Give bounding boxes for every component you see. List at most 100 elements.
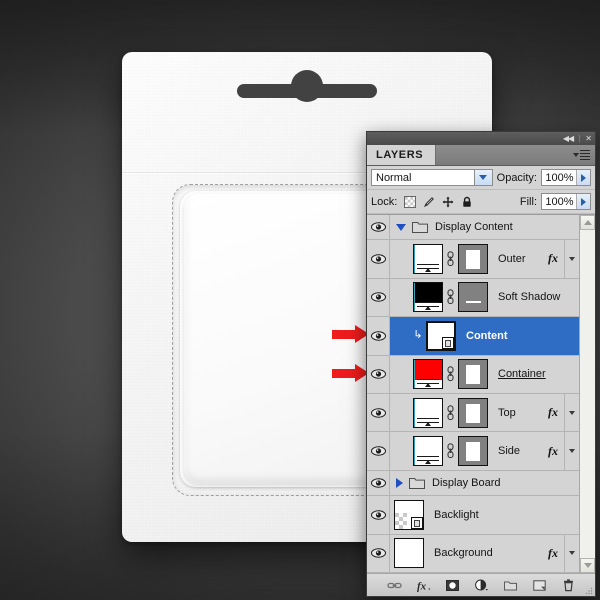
- layer-visibility-toggle[interactable]: [367, 470, 390, 496]
- layer-visibility-toggle[interactable]: [367, 278, 390, 317]
- tab-layers[interactable]: LAYERS: [367, 145, 437, 165]
- layer-mask-thumbnail[interactable]: [458, 359, 488, 390]
- layer-visibility-toggle[interactable]: [367, 432, 390, 470]
- layer-visibility-toggle[interactable]: [367, 534, 390, 572]
- layer-visibility-toggle[interactable]: [367, 215, 390, 240]
- lock-image-pixels-icon[interactable]: [423, 196, 435, 208]
- layer-row-content[interactable]: ↳ Content: [367, 317, 579, 356]
- layer-row-body[interactable]: Display Content: [390, 215, 579, 239]
- smart-object-badge-icon: [442, 336, 454, 349]
- chevron-right-icon[interactable]: [396, 478, 403, 488]
- layer-effects-fx-icon[interactable]: fx: [545, 405, 561, 420]
- expand-effects-icon[interactable]: [564, 534, 579, 572]
- layer-row-body[interactable]: Background fx: [390, 534, 579, 572]
- layer-list-scrollbar[interactable]: [579, 215, 595, 573]
- layer-row-outer[interactable]: Outer fx: [367, 240, 579, 279]
- layer-mask-thumbnail[interactable]: [458, 243, 488, 274]
- layer-visibility-toggle[interactable]: [367, 317, 390, 355]
- layer-row-body[interactable]: Backlight: [390, 496, 579, 533]
- new-adjustment-layer-icon[interactable]: [474, 578, 489, 593]
- layer-row-body[interactable]: Display Board: [390, 471, 579, 495]
- scroll-up-icon[interactable]: [580, 215, 595, 230]
- layer-mask-thumbnail[interactable]: [458, 436, 488, 467]
- expand-effects-icon[interactable]: [564, 394, 579, 432]
- scroll-down-icon[interactable]: [580, 558, 595, 573]
- close-icon[interactable]: ✕: [585, 134, 592, 143]
- layer-visibility-toggle[interactable]: [367, 240, 390, 278]
- lock-transparent-pixels-icon[interactable]: [404, 195, 417, 208]
- eye-icon: [370, 408, 386, 418]
- link-layers-icon[interactable]: [386, 578, 402, 593]
- layer-effects-fx-icon[interactable]: fx: [545, 251, 561, 266]
- new-group-icon[interactable]: [503, 578, 518, 593]
- layer-thumbnail[interactable]: [413, 359, 443, 390]
- layer-name: Display Board: [432, 477, 501, 489]
- layer-row-body[interactable]: Container: [390, 356, 579, 393]
- layer-row-body[interactable]: Top fx: [390, 394, 579, 432]
- layer-visibility-toggle[interactable]: [367, 355, 390, 393]
- fill-slider-arrow-icon[interactable]: [576, 194, 590, 209]
- layer-row-soft-shadow[interactable]: Soft Shadow: [367, 278, 579, 318]
- layer-thumbnail[interactable]: [413, 243, 443, 274]
- panel-titlebar: ◀◀ | ✕: [367, 132, 595, 145]
- layer-row-background[interactable]: Background fx: [367, 534, 579, 573]
- layer-style-fx-icon[interactable]: fx: [416, 578, 431, 593]
- layer-row-top[interactable]: Top fx: [367, 394, 579, 433]
- layer-thumbnail[interactable]: [426, 320, 456, 351]
- titlebar-divider: |: [578, 134, 581, 143]
- lock-label: Lock:: [371, 195, 398, 208]
- add-layer-mask-icon[interactable]: [445, 578, 460, 593]
- link-icon[interactable]: [446, 404, 455, 421]
- link-icon[interactable]: [446, 366, 455, 382]
- hang-hole-cutout: [237, 70, 377, 102]
- expand-effects-icon[interactable]: [564, 240, 579, 278]
- link-icon[interactable]: [446, 251, 455, 267]
- layer-thumbnail[interactable]: [394, 538, 424, 569]
- fill-input[interactable]: 100%: [541, 193, 591, 210]
- layer-row-container[interactable]: Container: [367, 355, 579, 394]
- layer-effects-fx-icon[interactable]: fx: [545, 444, 561, 459]
- eye-icon: [370, 510, 386, 520]
- layer-thumbnail[interactable]: [394, 499, 424, 530]
- screenshot-root: ◀◀ | ✕ LAYERS Normal Opacity: 100% Lock:…: [0, 0, 600, 600]
- layer-row-side[interactable]: Side fx: [367, 432, 579, 471]
- eye-icon: [370, 331, 386, 341]
- svg-text:fx: fx: [417, 580, 427, 592]
- panel-tab-row: LAYERS: [367, 145, 595, 166]
- layer-effects-fx-icon[interactable]: fx: [545, 546, 561, 561]
- new-layer-icon[interactable]: [532, 578, 547, 593]
- layer-thumbnail[interactable]: [413, 397, 443, 428]
- layer-visibility-toggle[interactable]: [367, 496, 390, 534]
- opacity-input[interactable]: 100%: [541, 169, 591, 186]
- layer-row-body[interactable]: Soft Shadow: [390, 279, 579, 316]
- resize-grip[interactable]: [585, 586, 593, 595]
- opacity-slider-arrow-icon[interactable]: [576, 170, 590, 185]
- panel-menu-caret: [573, 153, 579, 157]
- layer-thumbnail[interactable]: [413, 282, 443, 313]
- layer-row-body[interactable]: Side fx: [390, 432, 579, 470]
- eye-icon: [370, 254, 386, 264]
- layer-row-display-board[interactable]: Display Board: [367, 470, 579, 497]
- collapse-double-arrow-icon[interactable]: ◀◀: [563, 134, 574, 143]
- layer-mask-thumbnail[interactable]: [458, 282, 488, 313]
- link-icon[interactable]: [446, 443, 455, 459]
- chevron-down-icon[interactable]: [473, 170, 492, 185]
- layer-mask-thumbnail[interactable]: [458, 397, 488, 428]
- layer-thumbnail[interactable]: [413, 436, 443, 467]
- blend-mode-select[interactable]: Normal: [371, 169, 493, 186]
- layer-name: Top: [498, 406, 516, 419]
- smart-object-badge-icon: [411, 516, 423, 529]
- lock-position-icon[interactable]: [442, 196, 454, 208]
- layer-row-display-content[interactable]: Display Content: [367, 215, 579, 241]
- delete-layer-icon[interactable]: [561, 578, 576, 593]
- layer-row-body[interactable]: Outer fx: [390, 240, 579, 278]
- lock-all-icon[interactable]: [461, 196, 473, 208]
- expand-effects-icon[interactable]: [564, 432, 579, 470]
- link-icon[interactable]: [446, 289, 455, 305]
- chevron-down-icon[interactable]: [396, 223, 406, 231]
- layer-row-body[interactable]: ↳ Content: [390, 317, 579, 354]
- panel-menu-icon[interactable]: [573, 145, 595, 165]
- folder-icon: [412, 221, 428, 233]
- layer-row-backlight[interactable]: Backlight: [367, 496, 579, 535]
- layer-visibility-toggle[interactable]: [367, 394, 390, 432]
